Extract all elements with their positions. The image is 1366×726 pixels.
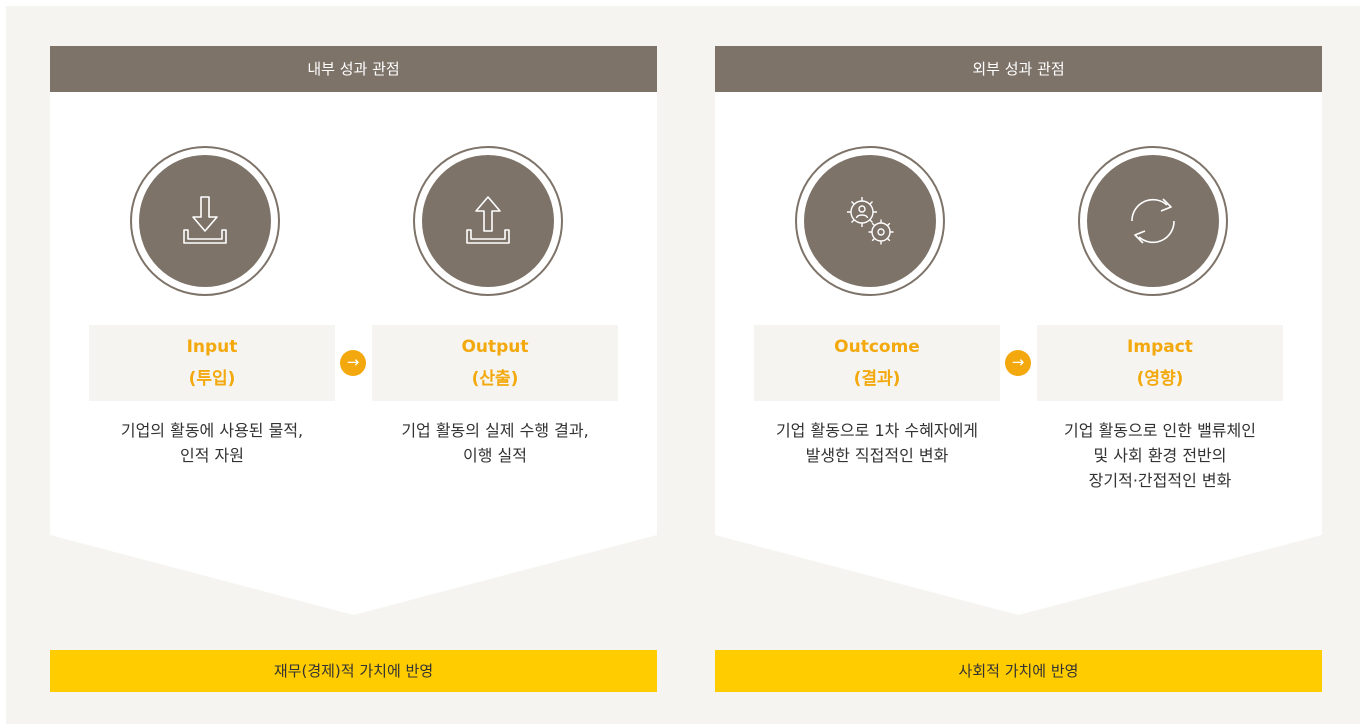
outcome-label: Outcome: [834, 337, 920, 357]
refresh-cycle-icon: [1131, 198, 1175, 244]
internal-performance-panel: 내부 성과 관점 Input (투입) 기업의 활동에 사용된 물적, 인적 자…: [50, 46, 657, 615]
input-to-output-arrow-icon: →: [340, 350, 366, 376]
outcome-sublabel: (결과): [853, 369, 901, 389]
download-tray-icon: [183, 196, 227, 244]
outcome-label-box: Outcome (결과): [754, 325, 1000, 401]
output-icon-circle: [413, 146, 563, 296]
impact-description: 기업 활동으로 인한 밸류체인 및 사회 환경 전반의 장기적·간접적인 변화: [1064, 421, 1256, 490]
gears-person-icon: [847, 197, 894, 245]
output-label-box: Output (산출): [372, 325, 618, 401]
input-sublabel: (투입): [188, 369, 236, 389]
output-description: 기업 활동의 실제 수행 결과, 이행 실적: [401, 421, 589, 465]
external-panel-body: Outcome (결과) 기업 활동으로 1차 수혜자에게 발생한 직접적인 변…: [715, 92, 1322, 615]
output-sublabel: (산출): [471, 369, 519, 389]
impact-sublabel: (영향): [1136, 369, 1184, 389]
output-label: Output: [461, 337, 529, 357]
input-label: Input: [186, 337, 238, 357]
input-description: 기업의 활동에 사용된 물적, 인적 자원: [120, 421, 304, 465]
upload-tray-icon: [466, 196, 510, 244]
diagram-canvas: 내부 성과 관점 Input (투입) 기업의 활동에 사용된 물적, 인적 자…: [6, 6, 1360, 724]
internal-panel-body: Input (투입) 기업의 활동에 사용된 물적, 인적 자원 → Outpu…: [50, 92, 657, 615]
impact-label: Impact: [1127, 337, 1193, 357]
input-label-box: Input (투입): [89, 325, 335, 401]
input-icon-circle: [130, 146, 280, 296]
social-value-result-bar: 사회적 가치에 반영: [715, 650, 1322, 692]
impact-icon-circle: [1078, 146, 1228, 296]
impact-label-box: Impact (영향): [1037, 325, 1283, 401]
external-performance-panel: 외부 성과 관점 Outcome (결과) 기업 활동으로 1차 수혜자에게 발…: [715, 46, 1322, 615]
financial-value-result-bar: 재무(경제)적 가치에 반영: [50, 650, 657, 692]
outcome-icon-circle: [795, 146, 945, 296]
external-panel-header: 외부 성과 관점: [715, 46, 1322, 92]
internal-panel-header: 내부 성과 관점: [50, 46, 657, 92]
outcome-description: 기업 활동으로 1차 수혜자에게 발생한 직접적인 변화: [775, 421, 979, 465]
outcome-to-impact-arrow-icon: →: [1005, 350, 1031, 376]
